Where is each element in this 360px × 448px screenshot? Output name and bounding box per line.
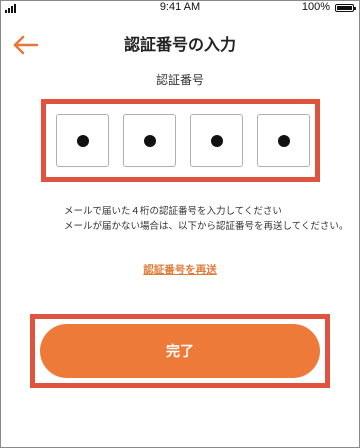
code-dot-3 xyxy=(210,134,223,147)
code-label: 認証番号 xyxy=(155,73,204,87)
battery-percentage: 100% xyxy=(301,1,330,13)
code-input xyxy=(56,114,310,167)
battery-fill xyxy=(337,6,352,10)
code-dot-2 xyxy=(143,134,156,147)
code-digit-3[interactable] xyxy=(190,114,243,167)
instruction-line-2: メールが届かない場合は、以下から認証番号を再送してください。 xyxy=(64,221,349,232)
code-digit-4[interactable] xyxy=(257,114,310,167)
code-dot-1 xyxy=(76,134,89,147)
code-digit-1[interactable] xyxy=(56,114,109,167)
code-digit-2[interactable] xyxy=(123,114,176,167)
status-bar: 9:41 AM 100% xyxy=(0,0,360,18)
instruction-line-1: メールで届いた４桁の認証番号を入力してください xyxy=(64,206,282,217)
resend-code-link[interactable]: 認証番号を再送 xyxy=(0,262,360,277)
instructions: メールで届いた４桁の認証番号を入力してください メールが届かない場合は、以下から… xyxy=(64,204,354,234)
done-button[interactable]: 完了 xyxy=(40,324,320,378)
battery-icon xyxy=(335,4,356,12)
code-dot-4 xyxy=(277,134,290,147)
page-title: 認証番号の入力 xyxy=(123,35,236,54)
